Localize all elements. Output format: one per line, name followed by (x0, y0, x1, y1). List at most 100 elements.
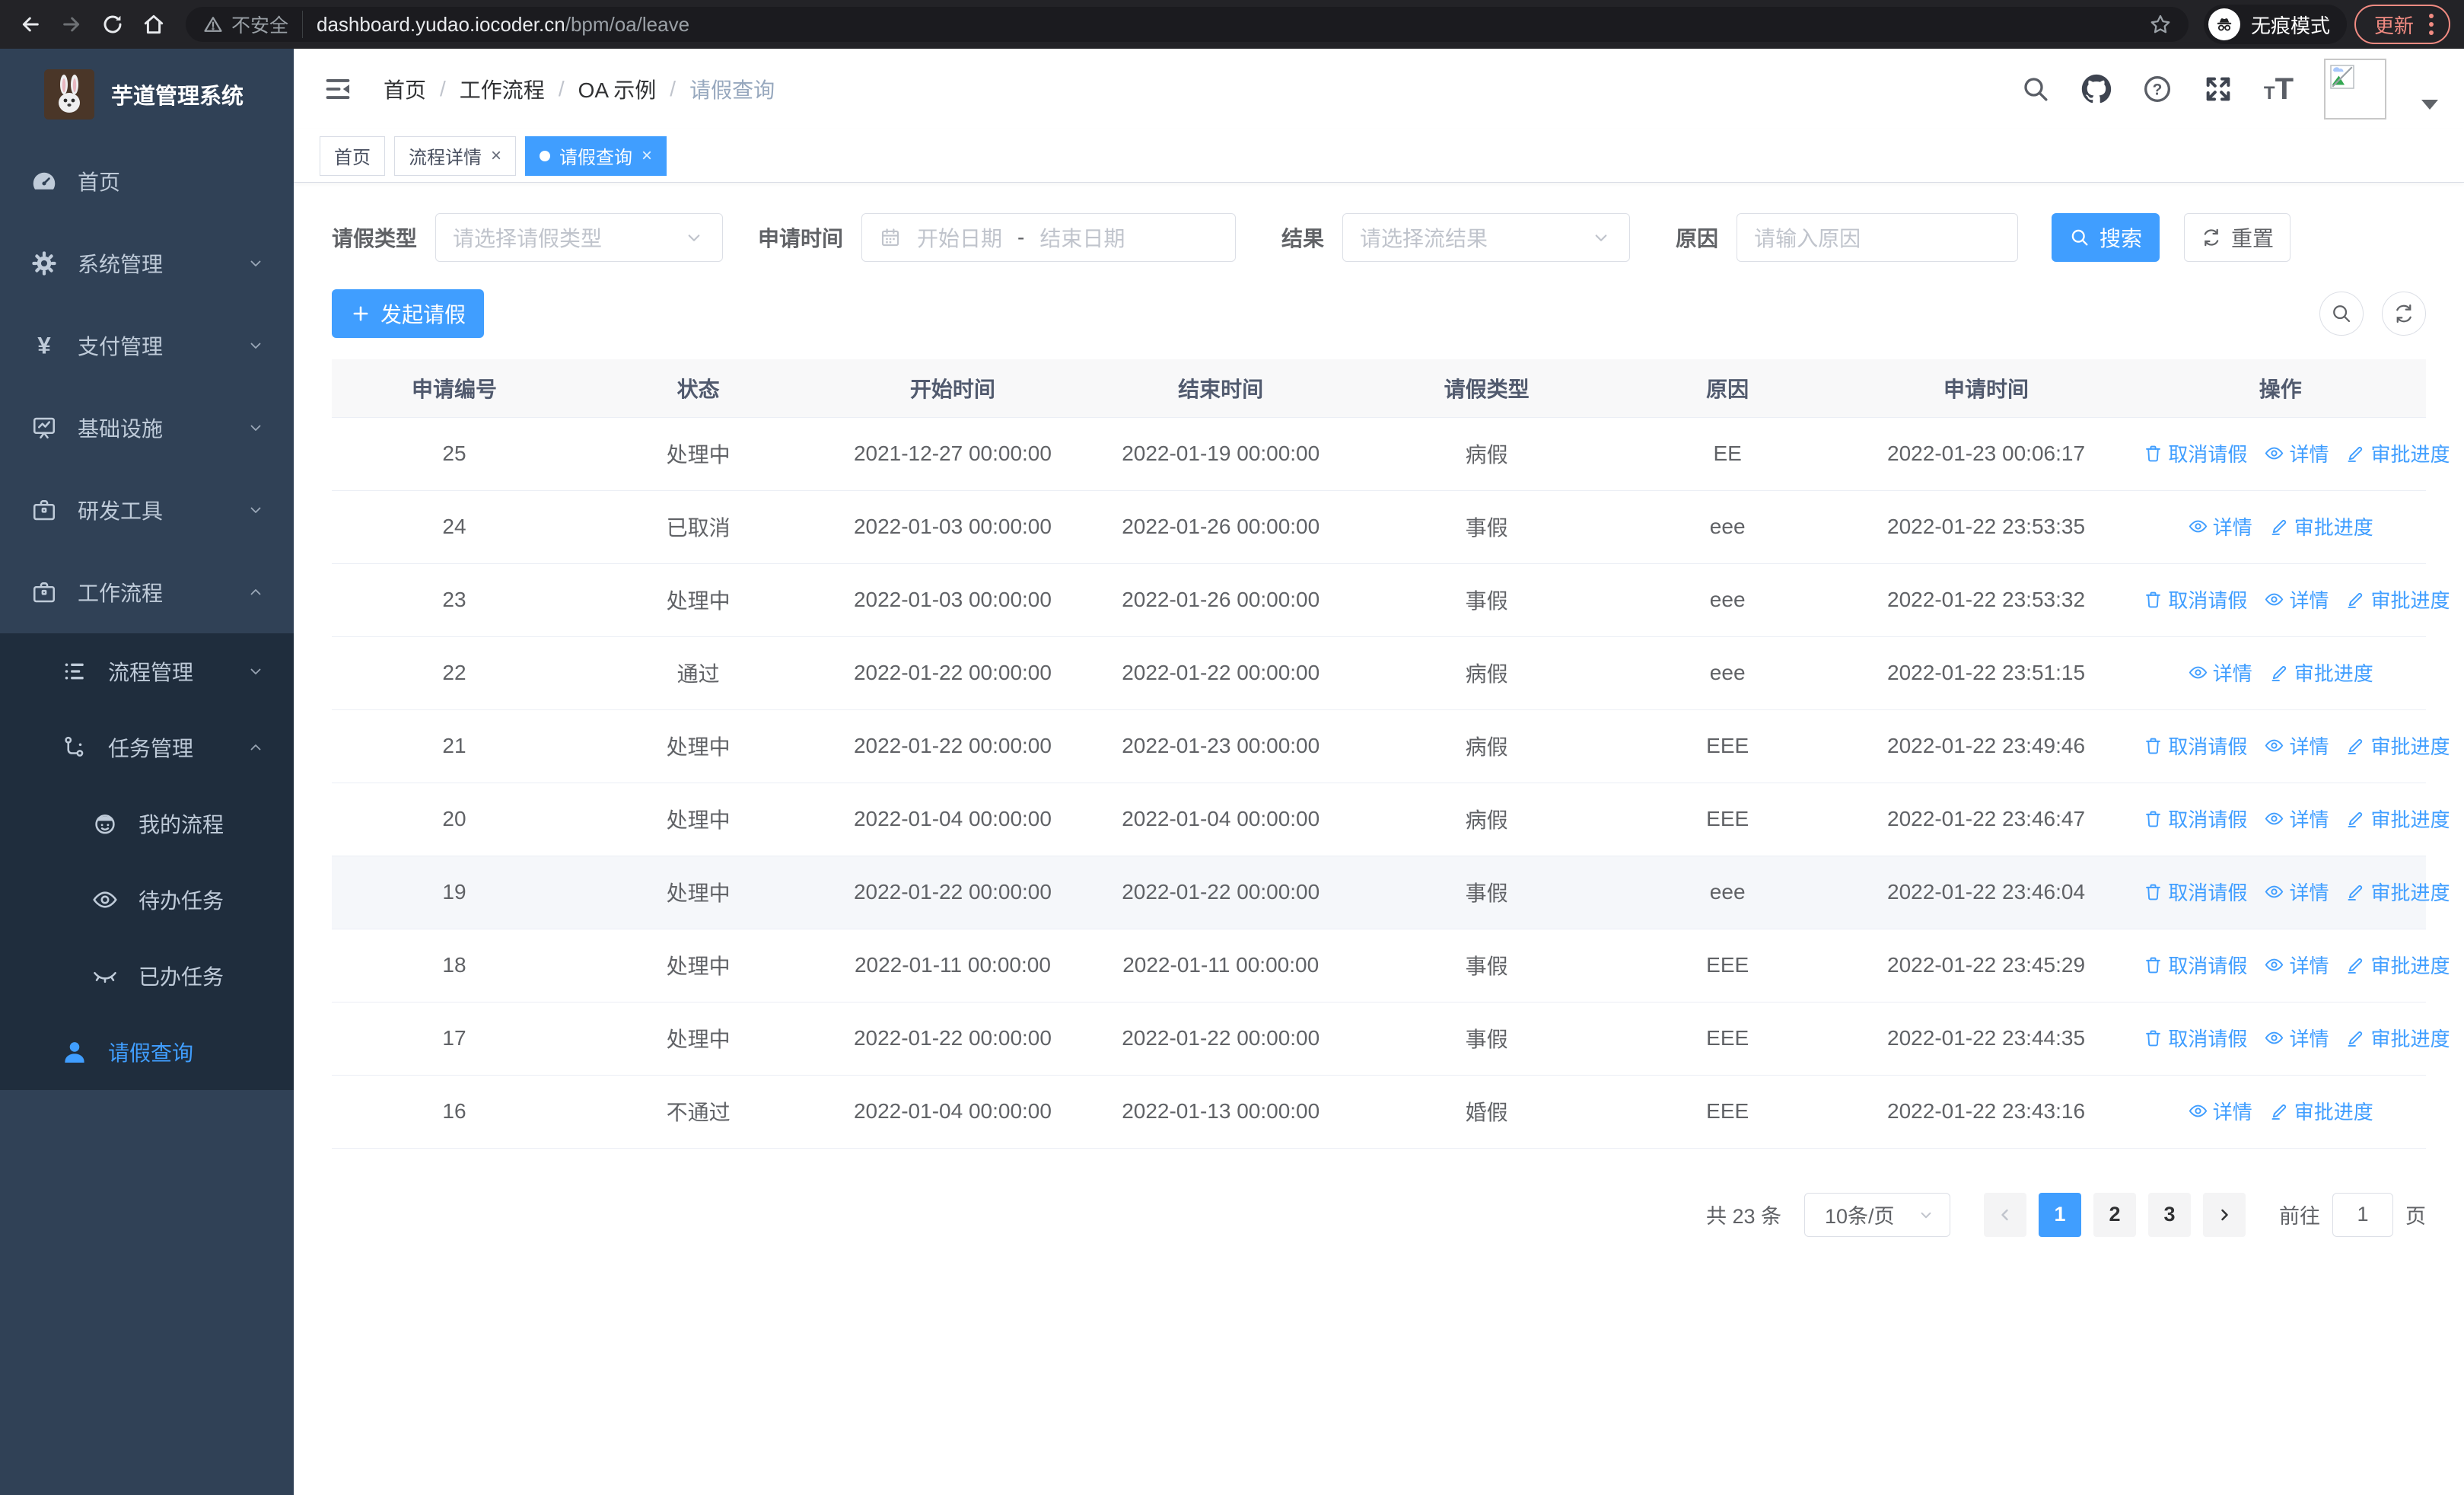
font-size-icon[interactable]: TT (2264, 72, 2294, 107)
cancel-leave-link[interactable]: 取消请假 (2143, 1024, 2247, 1052)
dropdown-caret-icon[interactable] (2421, 99, 2438, 110)
progress-link[interactable]: 审批进度 (2345, 732, 2450, 760)
refresh-table-button[interactable] (2382, 292, 2426, 336)
apply-time-range-picker[interactable]: 开始日期 - 结束日期 (861, 213, 1237, 262)
update-button[interactable]: 更新 (2354, 5, 2450, 44)
action-label: 取消请假 (2168, 808, 2248, 831)
tab-2[interactable]: 请假查询 × (525, 135, 667, 176)
progress-link[interactable]: 审批进度 (2269, 512, 2373, 540)
sidebar-item-11[interactable]: 请假查询 (0, 1014, 294, 1090)
detail-link[interactable]: 详情 (2264, 1024, 2329, 1052)
cancel-leave-link[interactable]: 取消请假 (2143, 805, 2247, 833)
next-page-button[interactable] (2203, 1192, 2246, 1237)
app-logo-row[interactable]: 芋道管理系统 (0, 49, 294, 140)
page-button-3[interactable]: 3 (2148, 1192, 2191, 1237)
chevron-down-icon (247, 419, 265, 437)
sidebar-item-6[interactable]: 流程管理 (0, 633, 294, 709)
reason-label: 原因 (1676, 227, 1719, 250)
security-chip[interactable]: 不安全 (202, 11, 304, 38)
reason-input[interactable]: 请输入原因 (1737, 213, 2019, 262)
detail-link[interactable]: 详情 (2188, 658, 2252, 687)
search-icon (2333, 305, 2351, 323)
fullscreen-icon[interactable] (2203, 74, 2233, 104)
result-select[interactable]: 请选择流结果 (1342, 213, 1631, 262)
page-size-select[interactable]: 10条/页 (1804, 1192, 1950, 1237)
start-date-placeholder: 开始日期 (917, 227, 1003, 250)
back-icon[interactable] (14, 8, 47, 41)
progress-link[interactable]: 审批进度 (2345, 585, 2450, 614)
avatar[interactable] (2324, 59, 2386, 120)
detail-link[interactable]: 详情 (2264, 585, 2329, 614)
create-leave-button[interactable]: 发起请假 (332, 289, 484, 338)
sidebar-fold-icon[interactable] (320, 71, 356, 107)
browser-menu-icon[interactable] (2426, 11, 2437, 38)
help-icon[interactable]: ? (2142, 74, 2173, 104)
bookmark-star-icon[interactable] (2149, 13, 2172, 36)
search-icon[interactable] (2020, 74, 2051, 104)
cell-start: 2022-01-03 00:00:00 (820, 490, 1086, 564)
toggle-search-button[interactable] (2319, 292, 2364, 336)
flow-icon (61, 734, 88, 761)
action-label: 取消请假 (2168, 442, 2248, 466)
cell-actions: 取消请假 详情 审批进度 (2135, 563, 2450, 637)
leave-type-placeholder: 请选择请假类型 (453, 227, 603, 250)
cancel-leave-link[interactable]: 取消请假 (2143, 439, 2247, 467)
leave-type-select[interactable]: 请选择请假类型 (435, 213, 724, 262)
github-icon[interactable] (2081, 74, 2112, 104)
progress-link[interactable]: 审批进度 (2345, 878, 2450, 906)
progress-link[interactable]: 审批进度 (2345, 805, 2450, 833)
url-bar[interactable]: 不安全 dashboard.yudao.iocoder.cn/bpm/oa/le… (186, 7, 2189, 42)
sidebar-item-2[interactable]: ¥ 支付管理 (0, 304, 294, 387)
chevron-down-icon (683, 226, 705, 249)
sidebar-item-8[interactable]: 我的流程 (0, 786, 294, 862)
action-label: 详情 (2289, 588, 2329, 612)
detail-link[interactable]: 详情 (2264, 878, 2329, 906)
tab-1[interactable]: 流程详情 × (394, 135, 517, 176)
page-button-1[interactable]: 1 (2039, 1192, 2081, 1237)
sidebar-item-7[interactable]: 任务管理 (0, 709, 294, 786)
sidebar-item-label: 研发工具 (78, 499, 164, 523)
sidebar-item-10[interactable]: 已办任务 (0, 938, 294, 1014)
cancel-leave-link[interactable]: 取消请假 (2143, 732, 2247, 760)
pen-icon (2345, 808, 2366, 829)
tab-0[interactable]: 首页 (320, 135, 385, 176)
progress-link[interactable]: 审批进度 (2269, 1097, 2373, 1125)
detail-link[interactable]: 详情 (2264, 732, 2329, 760)
progress-link[interactable]: 审批进度 (2345, 951, 2450, 979)
goto-page-input[interactable] (2332, 1192, 2393, 1237)
detail-link[interactable]: 详情 (2188, 1097, 2252, 1125)
detail-link[interactable]: 详情 (2264, 439, 2329, 467)
prev-page-button[interactable] (1984, 1192, 2026, 1237)
close-icon[interactable]: × (491, 146, 501, 165)
home-icon[interactable] (137, 8, 170, 41)
sidebar-item-9[interactable]: 待办任务 (0, 862, 294, 938)
svg-text:¥: ¥ (37, 332, 51, 359)
breadcrumb-item[interactable]: 工作流程 (460, 74, 545, 104)
sidebar-item-3[interactable]: 基础设施 (0, 387, 294, 469)
breadcrumb-item[interactable]: 首页 (384, 74, 426, 104)
sidebar-item-1[interactable]: 系统管理 (0, 222, 294, 304)
cell-id: 18 (332, 929, 577, 1003)
detail-link[interactable]: 详情 (2264, 951, 2329, 979)
close-icon[interactable]: × (641, 146, 652, 165)
cancel-leave-link[interactable]: 取消请假 (2143, 878, 2247, 906)
cancel-leave-link[interactable]: 取消请假 (2143, 951, 2247, 979)
breadcrumb-item[interactable]: OA 示例 (578, 74, 657, 104)
reset-button[interactable]: 重置 (2184, 213, 2291, 262)
reload-icon[interactable] (96, 8, 129, 41)
progress-link[interactable]: 审批进度 (2345, 439, 2450, 467)
detail-link[interactable]: 详情 (2188, 512, 2252, 540)
sidebar-item-0[interactable]: 首页 (0, 140, 294, 222)
forward-icon[interactable] (55, 8, 88, 41)
detail-link[interactable]: 详情 (2264, 805, 2329, 833)
sidebar-item-5[interactable]: 工作流程 (0, 551, 294, 633)
progress-link[interactable]: 审批进度 (2269, 658, 2373, 687)
page-button-2[interactable]: 2 (2093, 1192, 2136, 1237)
top-navbar: 首页 / 工作流程 / OA 示例 / 请假查询 ? TT (294, 49, 2464, 129)
search-button[interactable]: 搜索 (2052, 213, 2160, 262)
action-label: 详情 (2212, 515, 2252, 539)
progress-link[interactable]: 审批进度 (2345, 1024, 2450, 1052)
sidebar-item-4[interactable]: 研发工具 (0, 469, 294, 551)
cancel-leave-link[interactable]: 取消请假 (2143, 585, 2247, 614)
chevron-down-icon (247, 662, 265, 681)
